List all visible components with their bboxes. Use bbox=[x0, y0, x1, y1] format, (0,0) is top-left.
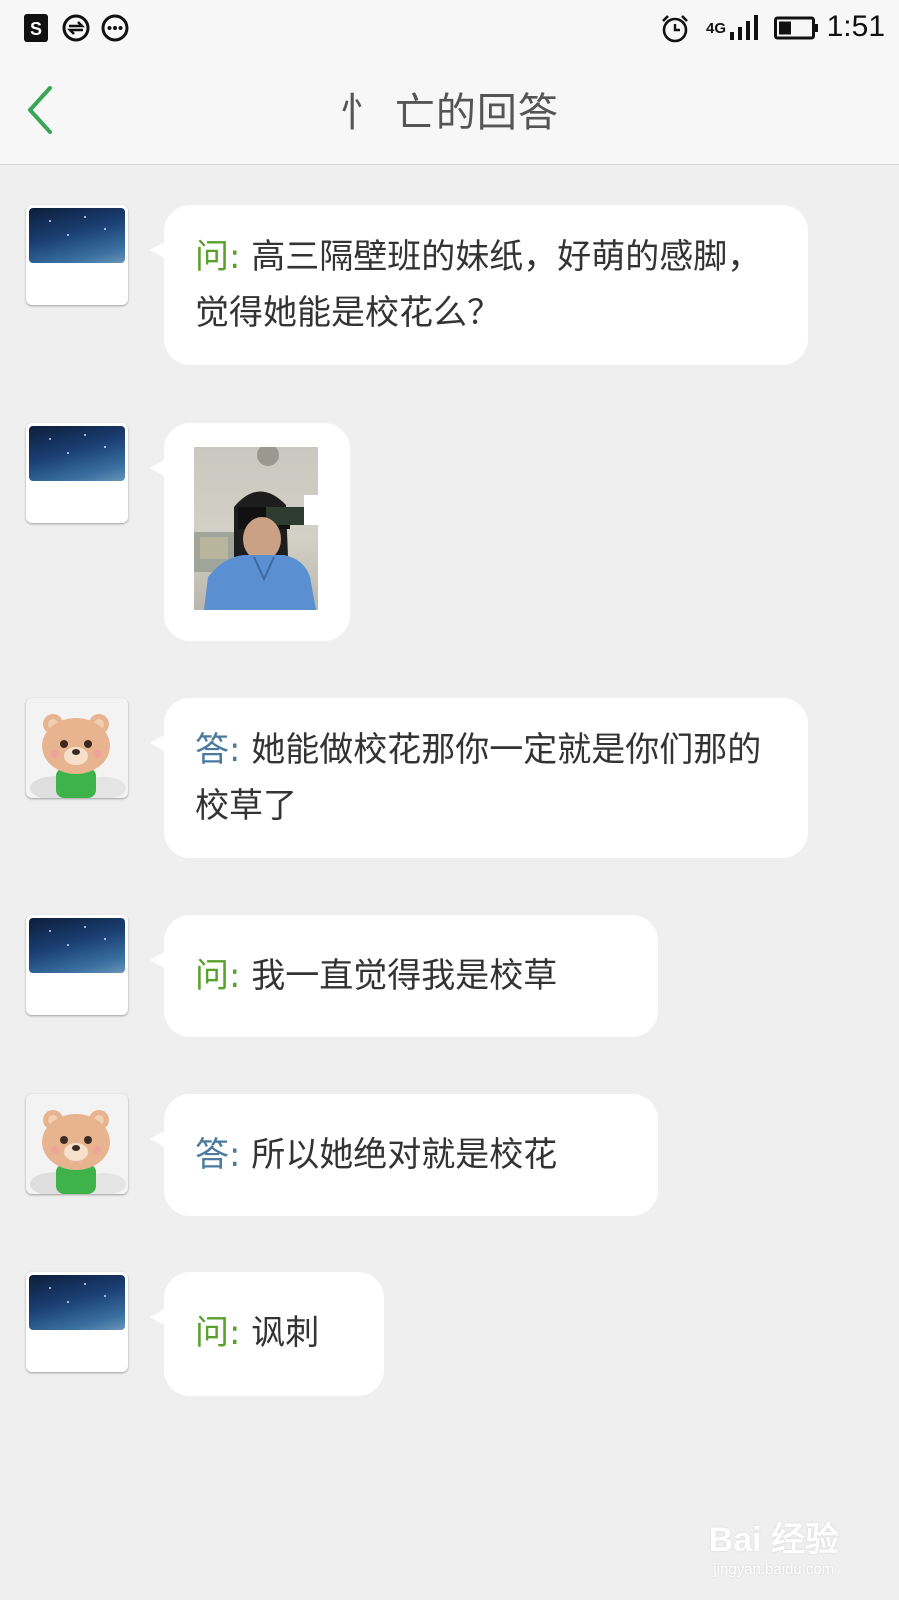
sync-app-icon bbox=[62, 14, 90, 46]
message-text: 所以她绝对就是校花 bbox=[251, 1135, 558, 1175]
message-bubble[interactable]: 答: 所以她绝对就是校花 bbox=[150, 1094, 658, 1216]
clock: 1:51 bbox=[826, 10, 885, 43]
page-title: 忄 亡的回答 bbox=[340, 90, 559, 136]
question-label: 问: bbox=[195, 237, 241, 277]
night-sky-avatar[interactable] bbox=[26, 423, 128, 523]
answer-label: 答: bbox=[195, 730, 241, 770]
message-bubble[interactable]: 问: 高三隔壁班的妹纸，好萌的感脚，觉得她能是校花么？ bbox=[150, 205, 808, 365]
message-bubble[interactable]: 问: 讽刺 bbox=[150, 1272, 384, 1396]
message-bubble[interactable]: 答: 她能做校花那你一定就是你们那的校草了 bbox=[150, 698, 808, 858]
message-text: 讽刺 bbox=[251, 1313, 320, 1353]
status-bar: S 4G 1:51 bbox=[0, 0, 899, 56]
message-text: 高三隔壁班的妹纸，好萌的感脚，觉得她能是校花么？ bbox=[195, 237, 762, 333]
battery-icon bbox=[774, 14, 820, 46]
bear-avatar[interactable] bbox=[26, 698, 128, 798]
title-bar: 忄 亡的回答 bbox=[0, 56, 899, 165]
night-sky-avatar[interactable] bbox=[26, 1272, 128, 1372]
message-text: 我一直觉得我是校草 bbox=[251, 956, 558, 996]
watermark-logo: Bai 经验 bbox=[708, 1521, 839, 1559]
question-label: 问: bbox=[195, 956, 241, 996]
message-bubble[interactable]: 问: 我一直觉得我是校草 bbox=[150, 915, 658, 1037]
network-type: 4G bbox=[706, 20, 727, 37]
music-app-icon: S bbox=[24, 14, 48, 46]
svg-text:S: S bbox=[30, 19, 42, 39]
image-message-bubble[interactable] bbox=[150, 423, 350, 641]
question-label: 问: bbox=[195, 1313, 241, 1353]
bear-avatar[interactable] bbox=[26, 1094, 128, 1194]
attached-photo[interactable] bbox=[194, 447, 318, 610]
alarm-icon bbox=[660, 14, 690, 48]
watermark: Bai 经验 jingyan.baidu.com bbox=[709, 1512, 839, 1578]
message-text: 她能做校花那你一定就是你们那的校草了 bbox=[195, 730, 762, 826]
message-app-icon bbox=[101, 14, 129, 46]
night-sky-avatar[interactable] bbox=[26, 915, 128, 1015]
answer-label: 答: bbox=[195, 1135, 241, 1175]
signal-icon bbox=[730, 14, 760, 46]
night-sky-avatar[interactable] bbox=[26, 205, 128, 305]
watermark-url: jingyan.baidu.com bbox=[713, 1561, 835, 1578]
